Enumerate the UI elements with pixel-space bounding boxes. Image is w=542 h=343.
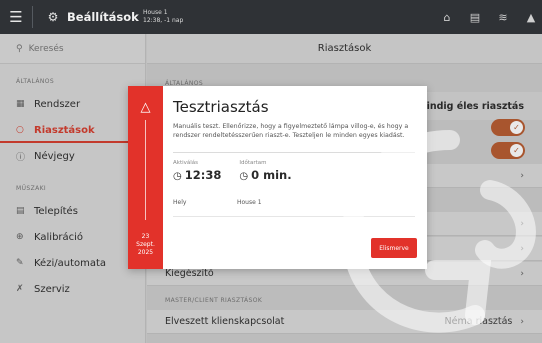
hamburger-menu-icon[interactable]: ☰ (0, 0, 32, 34)
sidebar-item-label: Szerviz (34, 283, 70, 295)
sidebar-item-nevjegy[interactable]: ⓘ Névjegy (0, 143, 145, 169)
house-time: 12:38, -1 nap (143, 17, 184, 24)
alarm-date: 23 Szept. 2025 (128, 233, 163, 257)
clock-icon: ◷ (173, 171, 182, 182)
home-icon[interactable]: ⌂ (440, 11, 454, 24)
alarm-date-day: 23 (141, 233, 150, 240)
hand-icon: ✎ (16, 258, 24, 268)
timer-icon: ◷ (239, 171, 249, 182)
dialog-title: Tesztriasztás (173, 98, 269, 116)
alarm-date-year: 2025 (137, 249, 154, 256)
chevron-right-icon: › (520, 316, 524, 327)
topbar-icons: ⌂ ▤ ≋ ▲ (440, 0, 538, 34)
info-icon: ⓘ (16, 152, 26, 163)
setting-value-lost-client: Néma riasztás (444, 316, 513, 327)
setting-row-lost-client[interactable]: Elveszett klienskapcsolat Néma riasztás … (147, 310, 542, 334)
duration-value-wrap: ◷ 0 min. (239, 168, 291, 182)
activated-block: Aktiválás ◷ 12:38 (173, 160, 221, 182)
alarm-bell-icon[interactable]: ▲ (524, 11, 538, 24)
location-label: Hely (173, 199, 187, 206)
sidebar-item-label: Névjegy (34, 150, 75, 162)
toggle-switch-2[interactable]: ✓ (491, 142, 525, 159)
sidebar-item-kezi-automata[interactable]: ✎ Kézi/automata (0, 250, 145, 276)
settings-gear-icon: ⚙ (47, 10, 59, 24)
sidebar-section-technical: MŰSZAKI (16, 185, 47, 192)
sidebar: ⚲ Keresés ÁLTALÁNOS ▦ Rendszer ○ Riasztá… (0, 34, 146, 343)
sidebar-item-riasztasok[interactable]: ○ Riasztások (0, 117, 145, 143)
setting-label-mindig: Mindig éles riasztás (417, 100, 524, 112)
sidebar-item-rendszer[interactable]: ▦ Rendszer (0, 91, 145, 117)
sidebar-item-telepites[interactable]: ▤ Telepítés (0, 198, 145, 224)
location-value: House 1 (237, 199, 262, 206)
sidebar-item-label: Kalibráció (34, 231, 84, 243)
duration-value: 0 min. (251, 168, 292, 182)
chevron-right-icon: › (520, 170, 524, 181)
location-row: Hely House 1 (173, 199, 415, 206)
timeline-line (145, 120, 146, 220)
alarm-bell-icon: △ (140, 100, 151, 115)
activated-value-wrap: ◷ 12:38 (173, 168, 221, 182)
top-bar: ☰ ⚙ Beállítások House 1 12:38, -1 nap ⌂ … (0, 0, 542, 34)
acknowledge-button[interactable]: Elismerve (371, 238, 417, 258)
activated-value: 12:38 (184, 168, 222, 182)
divider (173, 152, 415, 153)
house-info[interactable]: House 1 12:38, -1 nap (143, 9, 183, 25)
check-icon: ✓ (510, 121, 523, 134)
signal-icon[interactable]: ≋ (496, 11, 510, 24)
sidebar-item-label: Telepítés (34, 205, 78, 217)
dialog-body: Tesztriasztás Manuális teszt. Ellenőrizz… (163, 86, 427, 269)
setting-label-kiegeszito: Kiegészítő (165, 268, 214, 279)
main-section-master: MASTER/CLIENT RIASZTÁSOK (165, 297, 263, 304)
search-icon: ⚲ (16, 43, 23, 54)
alarm-date-month: Szept. (136, 241, 155, 248)
setting-label-lost-client: Elveszett klienskapcsolat (165, 316, 285, 327)
page-title: Riasztások (147, 34, 542, 64)
duration-block: Időtartam ◷ 0 min. (239, 160, 291, 182)
search-input[interactable]: ⚲ Keresés (0, 34, 145, 64)
chevron-right-icon: › (520, 218, 524, 229)
document-icon[interactable]: ▤ (468, 11, 482, 24)
search-placeholder: Keresés (28, 43, 64, 54)
check-icon: ✓ (510, 144, 523, 157)
sidebar-item-szerviz[interactable]: ✗ Szerviz (0, 276, 145, 302)
sidebar-item-label: Kézi/automata (34, 257, 107, 269)
dialog-alarm-strip: △ 23 Szept. 2025 (128, 86, 163, 269)
tools-icon: ✗ (16, 284, 24, 294)
toggle-switch-1[interactable]: ✓ (491, 119, 525, 136)
activated-label: Aktiválás (173, 160, 199, 166)
divider (173, 216, 415, 217)
crosshair-icon: ⊕ (16, 232, 24, 242)
bell-icon: ○ (16, 125, 24, 135)
alarm-times: Aktiválás ◷ 12:38 Időtartam ◷ 0 min. (173, 160, 415, 182)
dialog-description: Manuális teszt. Ellenőrizze, hogy a figy… (173, 123, 409, 139)
duration-label: Időtartam (239, 160, 267, 166)
grid-icon: ▦ (16, 99, 25, 109)
install-icon: ▤ (16, 206, 25, 216)
chevron-right-icon: › (520, 243, 524, 254)
house-name: House 1 (143, 9, 168, 16)
page-header-title: Beállítások (67, 10, 139, 24)
sidebar-item-kalibracio[interactable]: ⊕ Kalibráció (0, 224, 145, 250)
sidebar-section-general: ÁLTALÁNOS (16, 78, 55, 85)
test-alarm-dialog: △ 23 Szept. 2025 Tesztriasztás Manuális … (128, 86, 427, 269)
sidebar-item-label: Rendszer (34, 98, 81, 110)
topbar-divider (32, 6, 33, 28)
chevron-right-icon: › (520, 268, 524, 279)
sidebar-item-label: Riasztások (34, 124, 95, 136)
